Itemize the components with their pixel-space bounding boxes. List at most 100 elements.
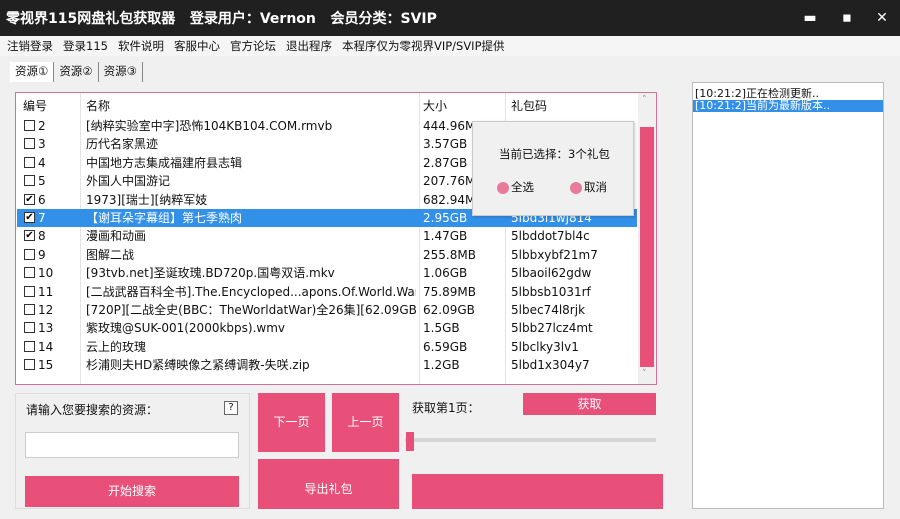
cell-name: 历代名家黑迹 <box>86 137 159 152</box>
selection-popup: 当前已选择：3个礼包 全选 取消 <box>472 121 634 216</box>
cell-id: 3 <box>38 137 46 152</box>
row-checkbox[interactable] <box>24 359 35 371</box>
user-label: 登录用户：Vernon <box>189 11 316 27</box>
row-checkbox[interactable]: ✔ <box>24 212 35 223</box>
cell-code: 5lbaoil62gdw <box>511 266 592 281</box>
row-checkbox[interactable] <box>24 138 35 150</box>
header-code[interactable]: 礼包码 <box>511 96 547 116</box>
menu-help[interactable]: 软件说明 <box>118 36 164 56</box>
window-title: 零视界115网盘礼包获取器 登录用户：Vernon 会员分类：SVIP <box>6 8 437 28</box>
vertical-scrollbar[interactable]: ˄ ˅ <box>638 93 656 384</box>
log-entry: [10:21:2]当前为最新版本.. <box>693 100 883 112</box>
scroll-down-icon[interactable]: ˅ <box>642 369 647 379</box>
cell-size: 75.89MB <box>423 284 476 299</box>
minimize-button[interactable]: ▬ <box>798 6 822 30</box>
search-panel: 请输入您要搜索的资源： ? 开始搜索 <box>15 393 250 509</box>
cell-size: 255.8MB <box>423 247 476 262</box>
fetch-button[interactable]: 获取 <box>523 393 656 415</box>
cancel-label: 取消 <box>584 180 607 194</box>
row-checkbox[interactable] <box>24 248 35 260</box>
cell-name: 【谢耳朵字幕组】第七季熟肉 <box>86 211 243 225</box>
cell-name: 漫画和动画 <box>86 229 147 244</box>
cancel-radio[interactable]: 取消 <box>570 179 607 195</box>
table-row[interactable]: 15 杉浦则夫HD紧缚映像之紧缚调教-失咲.zip 1.2GB 5lbd1x304y7 <box>17 356 637 374</box>
cell-id: 13 <box>38 321 54 336</box>
header-id[interactable]: 编号 <box>23 96 47 116</box>
menu-notice: 本程序仅为零视界VIP/SVIP提供 <box>341 39 505 53</box>
scroll-up-icon[interactable]: ˄ <box>642 95 647 105</box>
cell-id: 9 <box>38 247 46 262</box>
close-button[interactable]: ✕ <box>870 6 894 30</box>
header-name[interactable]: 名称 <box>86 96 110 116</box>
table-row[interactable]: 12 [720P][二战全史(BBC：TheWorldatWar)全26集][62… <box>17 301 637 319</box>
cell-code: 5lbec74l8rjk <box>511 303 586 317</box>
radio-icon <box>497 181 509 194</box>
row-checkbox[interactable] <box>24 304 35 315</box>
cell-code: 5lbddot7bl4c <box>511 229 590 244</box>
cell-code: 5lbclky3lv1 <box>511 339 579 354</box>
cell-code: 5lbbxybf21m7 <box>511 247 598 262</box>
select-all-label: 全选 <box>511 180 534 194</box>
cell-id: 10 <box>38 266 54 281</box>
cell-id: 11 <box>38 284 54 299</box>
header-size[interactable]: 大小 <box>423 96 447 116</box>
page-label: 获取第1页： <box>412 401 480 415</box>
resource-tabs: 资源① 资源② 资源③ <box>10 62 143 82</box>
tab-resource-1[interactable]: 资源① <box>10 62 55 82</box>
row-checkbox[interactable] <box>24 156 35 168</box>
cell-size: 1.2GB <box>423 358 460 373</box>
help-icon[interactable]: ? <box>224 401 238 415</box>
cell-size: 1.47GB <box>423 229 468 244</box>
menu-forum[interactable]: 官方论坛 <box>230 36 276 56</box>
cell-code: 5lbb27lcz4mt <box>511 321 593 336</box>
cell-id: 5 <box>38 174 46 189</box>
page-slider[interactable] <box>405 438 656 442</box>
row-checkbox[interactable] <box>24 267 35 279</box>
start-search-button[interactable]: 开始搜索 <box>25 476 239 507</box>
row-checkbox[interactable] <box>24 340 35 352</box>
scrollbar-thumb[interactable] <box>640 127 654 367</box>
search-input[interactable] <box>25 432 239 458</box>
page-slider-handle[interactable] <box>406 432 414 451</box>
tab-resource-3[interactable]: 资源③ <box>99 62 143 82</box>
prev-page-button[interactable]: 上一页 <box>332 393 399 452</box>
app-title: 零视界115网盘礼包获取器 <box>6 11 176 27</box>
cell-code: 5lbbsb1031rf <box>511 284 591 299</box>
cell-id: 2 <box>38 119 46 133</box>
menu-support[interactable]: 客服中心 <box>174 36 220 56</box>
menu-login-115[interactable]: 登录115 <box>63 36 108 56</box>
table-row[interactable]: 14 云上的玫瑰 6.59GB 5lbclky3lv1 <box>17 338 637 356</box>
member-label: 会员分类：SVIP <box>330 11 437 27</box>
table-row[interactable]: 9 图解二战 255.8MB 5lbbxybf21m7 <box>17 246 637 264</box>
cell-name: 云上的玫瑰 <box>86 339 147 354</box>
next-page-button[interactable]: 下一页 <box>258 393 325 452</box>
row-checkbox[interactable] <box>24 175 35 187</box>
cell-id: 12 <box>38 303 54 317</box>
row-checkbox[interactable] <box>24 322 35 334</box>
table-row[interactable]: 10 [93tvb.net]圣诞玫瑰.BD720p.国粤双语.mkv 1.06GB 5… <box>17 264 637 282</box>
select-all-radio[interactable]: 全选 <box>497 179 534 195</box>
cell-name: 紫玫瑰@SUK-001(2000kbps).wmv <box>86 321 286 336</box>
cell-code: 5lbd1x304y7 <box>511 358 590 373</box>
title-bar: 零视界115网盘礼包获取器 登录用户：Vernon 会员分类：SVIP ▬ ◼ … <box>0 0 900 36</box>
maximize-button[interactable]: ◼ <box>835 6 859 30</box>
row-checkbox[interactable] <box>24 120 35 131</box>
row-checkbox[interactable]: ✔ <box>24 193 35 205</box>
table-row[interactable]: 13 紫玫瑰@SUK-001(2000kbps).wmv 1.5GB 5lbb27lc… <box>17 319 637 337</box>
action-button[interactable] <box>412 474 663 509</box>
log-entry: [10:21:2]正在检测更新.. <box>695 88 819 100</box>
cell-id: 15 <box>38 358 54 373</box>
row-checkbox[interactable]: ✔ <box>24 230 35 242</box>
row-checkbox[interactable] <box>24 285 35 297</box>
menu-logout[interactable]: 注销登录 <box>7 36 53 56</box>
cell-id: 8 <box>38 229 46 244</box>
table-row[interactable]: 11 [二战武器百科全书].The.Encycloped...apons.Of.W… <box>17 283 637 301</box>
tab-resource-2[interactable]: 资源② <box>54 62 99 82</box>
cell-name: 中国地方志集成福建府县志辑 <box>86 155 243 170</box>
cell-size: 1.06GB <box>423 266 468 281</box>
search-label: 请输入您要搜索的资源： <box>26 403 159 417</box>
log-panel[interactable]: [10:21:2]正在检测更新.. [10:21:2]当前为最新版本.. <box>692 82 884 509</box>
menu-exit[interactable]: 退出程序 <box>286 36 332 56</box>
table-row[interactable]: ✔ 8 漫画和动画 1.47GB 5lbddot7bl4c <box>17 227 637 245</box>
export-button[interactable]: 导出礼包 <box>258 459 399 509</box>
